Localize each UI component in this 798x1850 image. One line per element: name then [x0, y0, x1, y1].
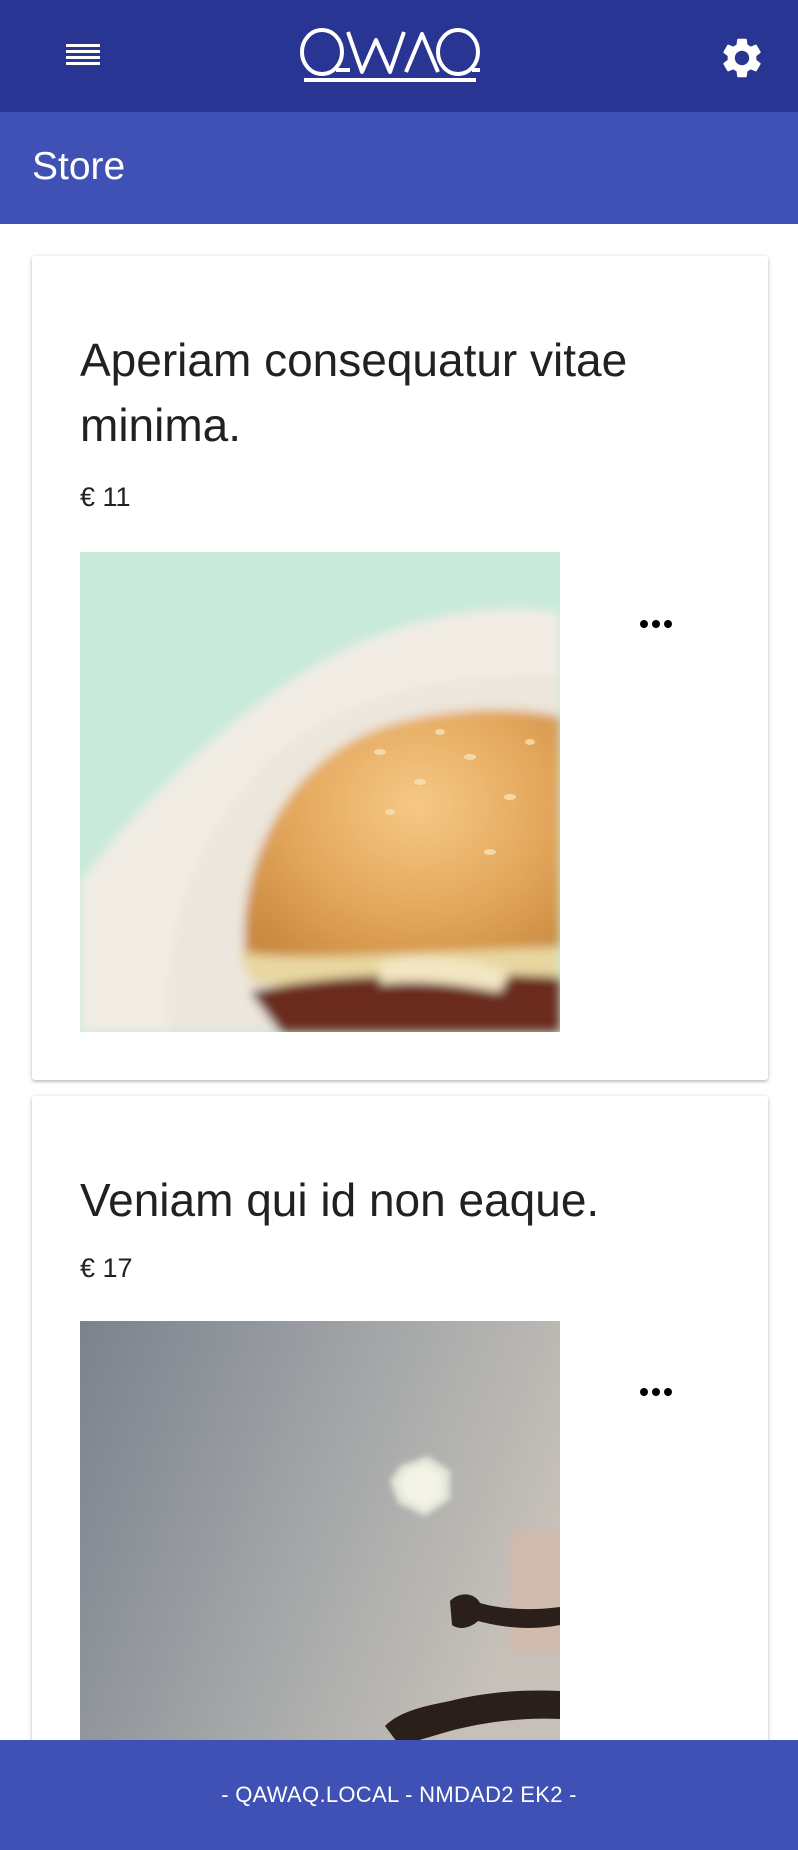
footer: - QAWAQ.LOCAL - NMDAD2 EK2 - [0, 1740, 798, 1850]
app-bar [0, 0, 798, 112]
product-image[interactable] [80, 552, 560, 1032]
product-image[interactable] [80, 1321, 560, 1801]
product-price: € 11 [80, 482, 131, 512]
page-title: Store [32, 145, 126, 188]
product-price: € 17 [80, 1253, 133, 1283]
more-horiz-icon[interactable] [632, 604, 680, 644]
product-title: Aperiam consequatur vitae minima. [80, 334, 628, 451]
product-card: Veniam qui id non eaque. € 17 [32, 1096, 768, 1850]
more-horiz-icon[interactable] [632, 1372, 680, 1412]
menu-icon[interactable] [62, 40, 104, 74]
product-title: Veniam qui id non eaque. [80, 1174, 600, 1226]
gear-icon[interactable] [718, 34, 766, 82]
brand-logo[interactable] [298, 24, 482, 84]
footer-text: - QAWAQ.LOCAL - NMDAD2 EK2 - [221, 1782, 577, 1807]
page-header-bar: Store [0, 112, 798, 224]
product-card: Aperiam consequatur vitae minima. € 11 [32, 256, 768, 1080]
